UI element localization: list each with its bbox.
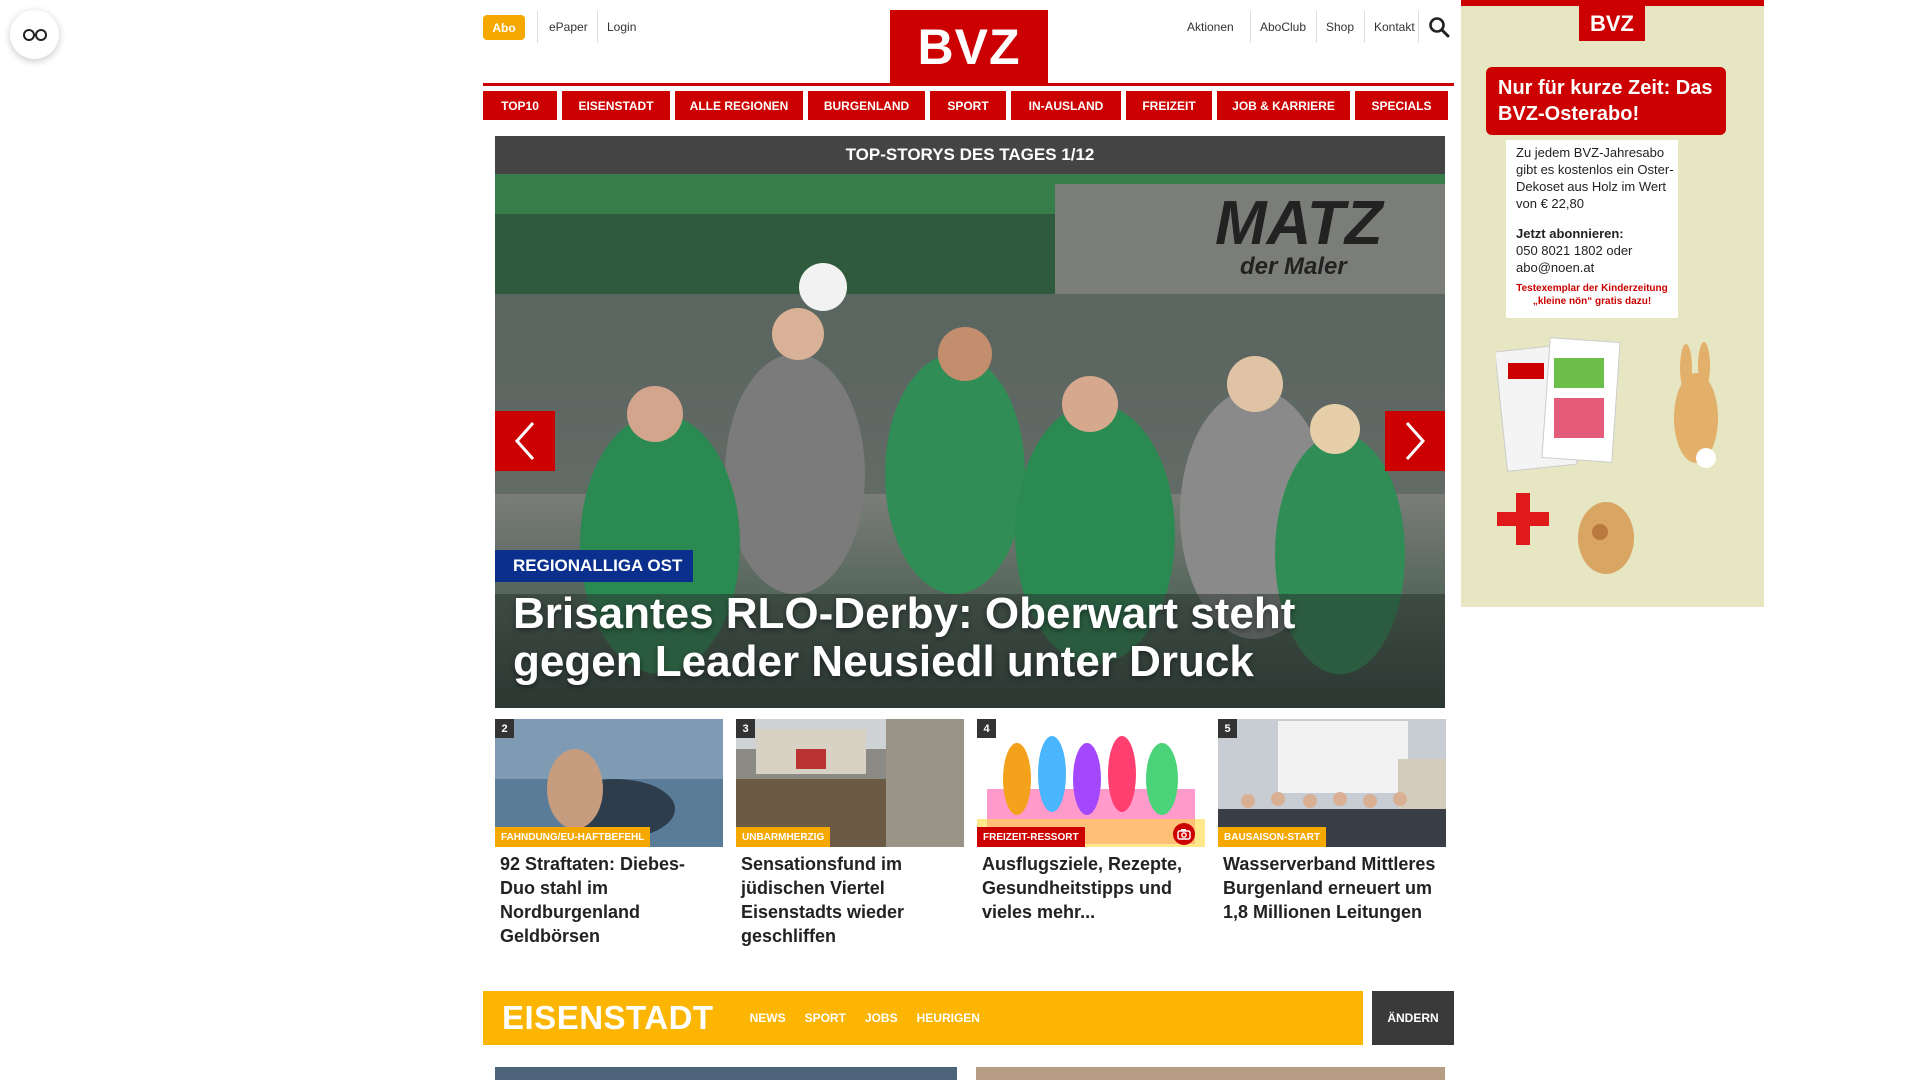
story-title[interactable]: 92 Straftaten: Diebes-Duo stahl im Nordb… — [500, 852, 718, 948]
aboclub-link[interactable]: AboClub — [1260, 11, 1306, 43]
abo-button[interactable]: Abo — [483, 15, 525, 40]
divider — [1418, 11, 1419, 43]
ad-bvz-logo: BVZ — [1579, 6, 1645, 41]
ad-red-note: Testexemplar der Kinderzeitung „kleine n… — [1516, 283, 1668, 307]
kontakt-link[interactable]: Kontakt — [1374, 11, 1415, 43]
story-title[interactable]: Wasserverband Mittleres Burgenland erneu… — [1223, 852, 1441, 924]
epaper-link[interactable]: ePaper — [549, 11, 588, 43]
region-title[interactable]: EISENSTADT — [502, 999, 714, 1037]
region-story-image[interactable] — [976, 1067, 1445, 1080]
ad-products-illustration — [1496, 337, 1718, 574]
change-region-button[interactable]: ÄNDERN — [1372, 991, 1454, 1045]
reader-glasses-icon — [22, 28, 47, 41]
carousel-next-button[interactable] — [1385, 411, 1445, 471]
nav-item-burgenland[interactable]: BURGENLAND — [808, 91, 925, 120]
nav-item-alle-regionen[interactable]: ALLE REGIONEN — [675, 91, 803, 120]
search-icon[interactable] — [1428, 16, 1450, 38]
story-card[interactable]: 3 UNBARMHERZIG Sensationsfund im jüdisch… — [736, 719, 964, 959]
story-image[interactable]: 3 UNBARMHERZIG — [736, 719, 964, 847]
story-tag: BAUSAISON-START — [1218, 827, 1326, 847]
advertisement[interactable]: BVZ Nur für kurze Zeit: Das BVZ-Osterabo… — [1461, 0, 1764, 607]
aktionen-link[interactable]: Aktionen — [1187, 11, 1234, 43]
region-link-news[interactable]: NEWS — [750, 1011, 786, 1025]
bvz-logo[interactable]: BVZ — [890, 10, 1048, 84]
ad-cta-body: 050 8021 1802 oder abo@noen.at — [1516, 243, 1633, 275]
hero-category-badge[interactable]: REGIONALLIGA OST — [495, 550, 694, 582]
story-number: 4 — [977, 719, 996, 738]
story-image[interactable]: 4 FREIZEIT-RESSORT — [977, 719, 1205, 847]
nav-item-specials[interactable]: SPECIALS — [1355, 91, 1448, 120]
story-number: 5 — [1218, 719, 1237, 738]
banner-text: MATZ — [1215, 189, 1385, 258]
ad-headline: Nur für kurze Zeit: Das BVZ-Osterabo! — [1486, 67, 1726, 135]
divider — [1364, 11, 1365, 43]
ad-cta: Jetzt abonnieren: 050 8021 1802 oder abo… — [1516, 225, 1676, 276]
nav-item-eisenstadt[interactable]: EISENSTADT — [562, 91, 670, 120]
header-divider — [483, 83, 1454, 86]
nav-item-in-ausland[interactable]: IN-AUSLAND — [1011, 91, 1121, 120]
carousel-prev-button[interactable] — [495, 411, 555, 471]
divider — [1250, 11, 1251, 43]
story-card[interactable]: 4 FREIZEIT-RESSORT Ausflugsziele, Rezept… — [977, 719, 1205, 959]
ad-body-text: Zu jedem BVZ-Jahresabo gibt es kostenlos… — [1516, 145, 1674, 211]
story-title[interactable]: Sensationsfund im jüdischen Viertel Eise… — [741, 852, 959, 948]
story-tag: UNBARMHERZIG — [736, 827, 831, 847]
banner-subtext: der Maler — [1240, 253, 1348, 280]
shop-link[interactable]: Shop — [1326, 11, 1354, 43]
main-nav: TOP10 EISENSTADT ALLE REGIONEN BURGENLAN… — [483, 91, 1454, 120]
region-link-sport[interactable]: SPORT — [805, 1011, 846, 1025]
hero-headline[interactable]: Brisantes RLO-Derby: Oberwart steht gege… — [513, 590, 1413, 686]
chevron-left-icon — [514, 422, 535, 460]
nav-item-freizeit[interactable]: FREIZEIT — [1126, 91, 1212, 120]
nav-item-sport[interactable]: SPORT — [930, 91, 1006, 120]
story-number: 2 — [495, 719, 514, 738]
story-card[interactable]: 5 BAUSAISON-START Wasserverband Mittlere… — [1218, 719, 1446, 959]
region-link-heurigen[interactable]: HEURIGEN — [917, 1011, 980, 1025]
story-number: 3 — [736, 719, 755, 738]
story-title[interactable]: Ausflugsziele, Rezepte, Gesundheitstipps… — [982, 852, 1200, 924]
story-tag: FREIZEIT-RESSORT — [977, 827, 1085, 847]
story-card[interactable]: 2 FAHNDUNG/EU-HAFTBEFEHL 92 Straftaten: … — [495, 719, 723, 959]
camera-icon — [1173, 823, 1195, 845]
nav-item-top10[interactable]: TOP10 — [483, 91, 557, 120]
story-tag: FAHNDUNG/EU-HAFTBEFEHL — [495, 827, 651, 847]
top-stories-header: TOP-STORYS DES TAGES 1/12 — [495, 136, 1445, 174]
story-image[interactable]: 2 FAHNDUNG/EU-HAFTBEFEHL — [495, 719, 723, 847]
login-link[interactable]: Login — [607, 11, 636, 43]
nav-item-job-karriere[interactable]: JOB & KARRIERE — [1217, 91, 1350, 120]
reader-mode-button[interactable] — [10, 10, 59, 59]
divider — [1316, 11, 1317, 43]
region-link-jobs[interactable]: JOBS — [865, 1011, 898, 1025]
chevron-right-icon — [1405, 422, 1426, 460]
region-section-header: EISENSTADT NEWS SPORT JOBS HEURIGEN — [483, 991, 1363, 1045]
divider — [597, 11, 598, 43]
ad-cta-title: Jetzt abonnieren: — [1516, 226, 1624, 241]
divider — [537, 11, 538, 43]
region-story-image[interactable] — [495, 1067, 957, 1080]
story-image[interactable]: 5 BAUSAISON-START — [1218, 719, 1446, 847]
